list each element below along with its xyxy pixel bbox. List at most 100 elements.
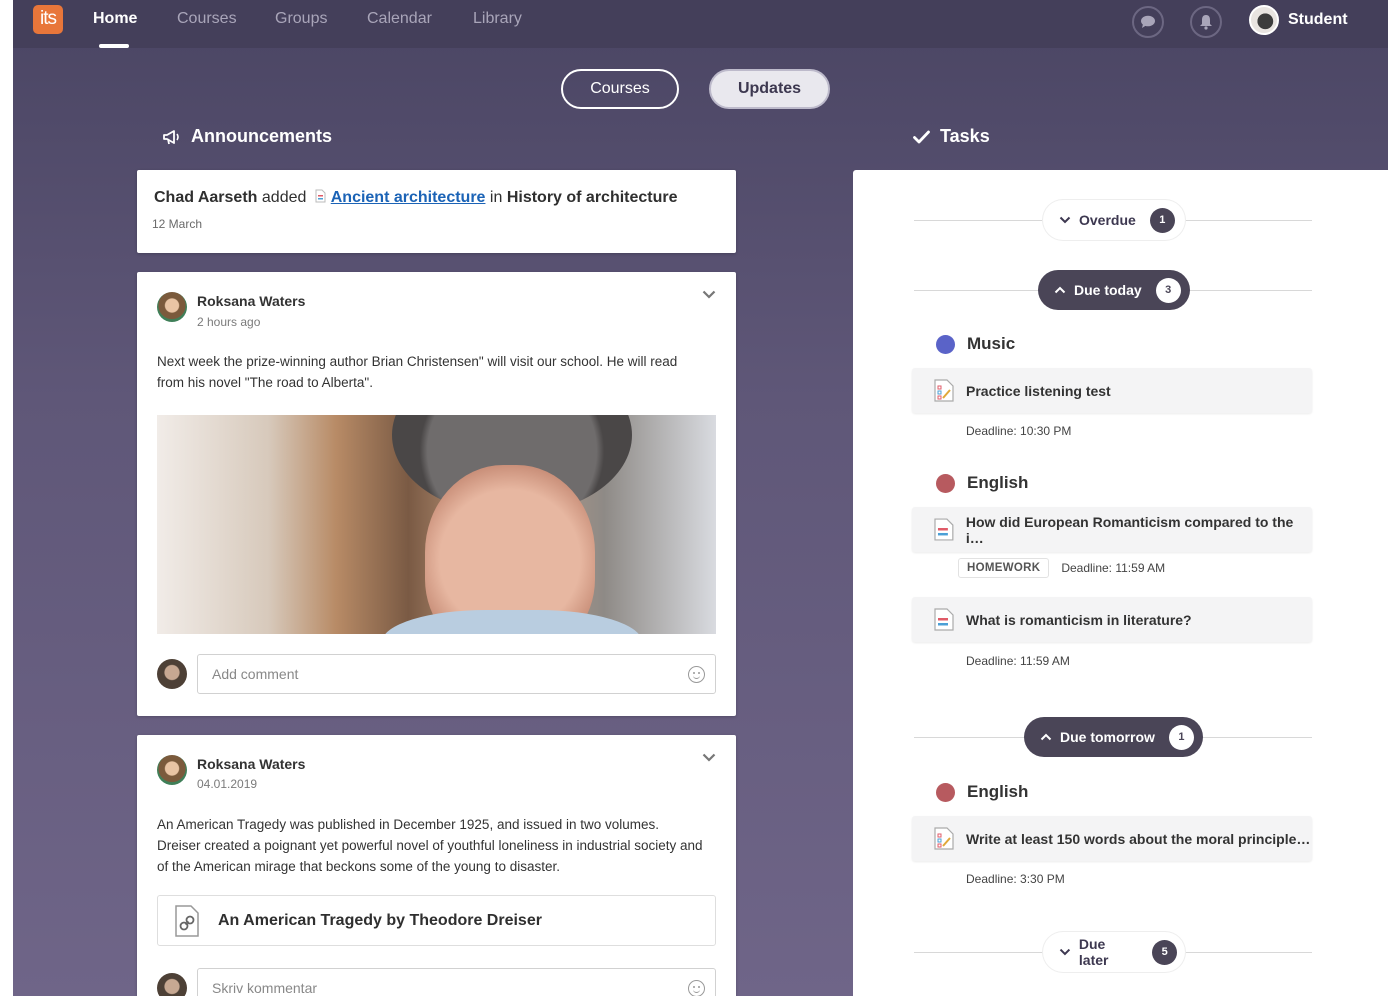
test-document-icon (934, 379, 954, 402)
megaphone-icon (163, 129, 179, 144)
task-item[interactable]: What is romanticism in literature? (912, 597, 1312, 642)
comment-input[interactable]: Skriv kommentar (197, 968, 716, 996)
messages-button[interactable] (1132, 6, 1164, 38)
task-title: What is romanticism in literature? (966, 611, 1192, 628)
due-today-toggle[interactable]: Due today 3 (1038, 270, 1190, 310)
test-document-icon (934, 827, 954, 850)
announcement-line: Chad Aarseth added Ancient architecture … (154, 189, 678, 207)
chevron-down-icon[interactable] (702, 753, 716, 762)
post-photo[interactable] (157, 415, 716, 634)
overdue-count-badge: 1 (1149, 207, 1175, 233)
overdue-toggle[interactable]: Overdue 1 (1043, 200, 1185, 240)
emoji-icon[interactable] (688, 980, 705, 996)
announcement-card: Chad Aarseth added Ancient architecture … (137, 170, 736, 253)
task-deadline: Deadline: 11:59 AM (966, 654, 1070, 668)
task-title: How did European Romanticism compared to… (965, 513, 1294, 546)
due-tomorrow-toggle[interactable]: Due tomorrow 1 (1024, 717, 1203, 757)
course-heading-music: Music (936, 334, 1015, 354)
announcement-verb: added (261, 189, 307, 206)
task-meta: HOMEWORK Deadline: 11:59 AM (958, 558, 1165, 578)
toggle-updates-button[interactable]: Updates (709, 69, 830, 109)
announcement-date: 12 March (152, 217, 203, 231)
course-color-dot (936, 334, 955, 354)
document-icon (934, 608, 954, 631)
tasks-heading: Tasks (913, 126, 990, 147)
document-icon (315, 189, 326, 203)
photo-shirt-shape (382, 610, 642, 634)
tasks-title: Tasks (940, 126, 990, 146)
announcement-course[interactable]: History of architecture (507, 189, 678, 206)
task-deadline: Deadline: 11:59 AM (1061, 561, 1166, 575)
toggle-courses-button[interactable]: Courses (561, 69, 679, 109)
document-icon (934, 518, 954, 541)
checkmark-icon (913, 130, 930, 143)
post-card: Roksana Waters 04.01.2019 An American Tr… (137, 735, 736, 996)
post-time: 04.01.2019 (197, 777, 258, 791)
post-time: 2 hours ago (197, 315, 261, 329)
due-tomorrow-label: Due tomorrow (1060, 729, 1155, 745)
commenter-avatar (157, 659, 187, 689)
notifications-button[interactable] (1190, 6, 1222, 38)
nav-active-indicator (99, 44, 129, 48)
task-meta: Deadline: 11:59 AM (966, 654, 1070, 668)
its-logo[interactable]: its (33, 5, 63, 34)
nav-library[interactable]: Library (473, 10, 522, 28)
announcement-resource-link[interactable]: Ancient architecture (331, 189, 486, 206)
nav-courses[interactable]: Courses (177, 10, 237, 28)
announcement-preposition: in (489, 189, 503, 206)
task-item[interactable]: Practice listening test (912, 368, 1312, 413)
due-later-count-badge: 5 (1152, 939, 1178, 965)
course-name: Music (967, 334, 1016, 353)
comment-placeholder: Add comment (212, 666, 299, 682)
due-later-toggle[interactable]: Due later 5 (1043, 932, 1185, 972)
homework-badge: HOMEWORK (958, 558, 1050, 578)
tasks-panel: Overdue 1 Due today 3 Music Practice lis… (853, 170, 1388, 996)
chevron-down-icon (1059, 216, 1071, 224)
due-today-label: Due today (1074, 282, 1142, 298)
photo-face-shape (425, 465, 595, 634)
chevron-down-icon (1059, 948, 1071, 956)
post-author[interactable]: Roksana Waters (197, 293, 305, 309)
course-name: English (967, 782, 1029, 801)
task-deadline: Deadline: 10:30 PM (966, 424, 1072, 438)
top-navigation-bar: its Home Courses Groups Calendar Library… (13, 0, 1388, 48)
overdue-label: Overdue (1079, 212, 1136, 228)
chevron-up-icon (1040, 733, 1052, 741)
course-heading-english: English (936, 782, 1028, 802)
comment-placeholder: Skriv kommentar (212, 980, 318, 996)
nav-calendar[interactable]: Calendar (367, 10, 432, 28)
post-card: Roksana Waters 2 hours ago Next week the… (137, 272, 736, 716)
comment-input[interactable]: Add comment (197, 654, 716, 694)
course-color-dot (936, 782, 955, 802)
course-name: English (967, 473, 1029, 492)
task-item[interactable]: Write at least 150 words about the moral… (912, 816, 1312, 861)
nav-groups[interactable]: Groups (275, 10, 327, 28)
post-text: An American Tragedy was published in Dec… (157, 817, 703, 874)
task-meta: Deadline: 3:30 PM (966, 872, 1065, 886)
user-avatar[interactable] (1249, 5, 1279, 35)
nav-home[interactable]: Home (93, 10, 137, 28)
announcement-author[interactable]: Chad Aarseth (154, 189, 257, 206)
course-color-dot (936, 473, 955, 493)
bell-icon (1200, 15, 1212, 30)
attachment-link[interactable]: An American Tragedy by Theodore Dreiser (157, 895, 716, 946)
task-title: Write at least 150 words about the moral… (966, 830, 1311, 847)
task-meta: Deadline: 10:30 PM (966, 424, 1071, 438)
due-tomorrow-count-badge: 1 (1168, 724, 1194, 750)
author-avatar[interactable] (157, 755, 187, 785)
chevron-up-icon (1054, 286, 1066, 294)
user-name[interactable]: Student (1288, 11, 1348, 29)
author-avatar[interactable] (157, 292, 187, 322)
post-author[interactable]: Roksana Waters (197, 756, 305, 772)
chat-bubble-icon (1141, 15, 1155, 28)
link-document-icon (175, 904, 199, 937)
announcements-heading: Announcements (163, 126, 332, 147)
due-later-label: Due later (1078, 936, 1109, 968)
chevron-down-icon[interactable] (702, 290, 716, 299)
commenter-avatar (157, 973, 187, 996)
attachment-title[interactable]: An American Tragedy by Theodore Dreiser (218, 912, 542, 930)
due-today-count-badge: 3 (1155, 277, 1181, 303)
emoji-icon[interactable] (688, 666, 705, 683)
task-item[interactable]: How did European Romanticism compared to… (912, 507, 1312, 552)
task-title: Practice listening test (966, 382, 1111, 399)
